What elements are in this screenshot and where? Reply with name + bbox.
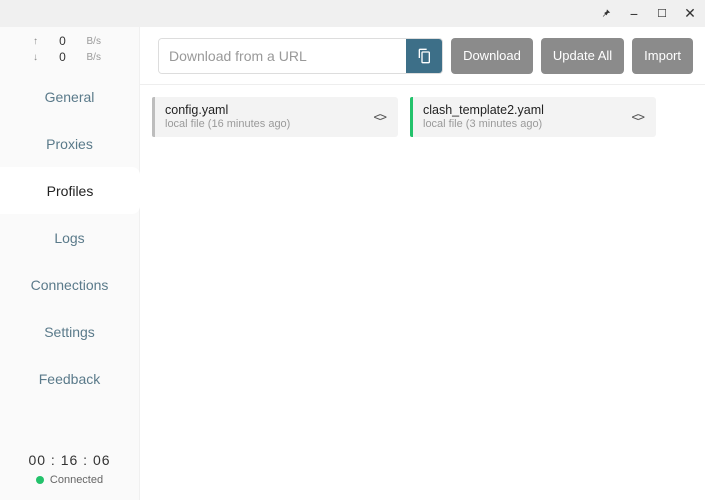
import-button[interactable]: Import (632, 38, 693, 74)
sidebar-footer: 00 : 16 : 06 Connected (0, 442, 139, 500)
uptime-timer: 00 : 16 : 06 (28, 452, 110, 468)
status-label: Connected (50, 474, 103, 486)
code-icon[interactable]: <> (370, 110, 390, 124)
upload-value: 0 (53, 34, 73, 48)
nav: General Proxies Profiles Logs Connection… (0, 73, 139, 442)
minimize-button[interactable]: − (625, 5, 643, 23)
code-icon[interactable]: <> (628, 110, 648, 124)
pin-icon[interactable] (597, 5, 615, 23)
download-value: 0 (53, 50, 73, 64)
profile-meta: local file (16 minutes ago) (165, 118, 370, 131)
download-arrow-icon: ↓ (33, 52, 39, 63)
profiles-list: config.yaml local file (16 minutes ago) … (140, 85, 705, 149)
traffic-panel: ↑ 0 B/s ↓ 0 B/s (0, 27, 139, 73)
nav-logs[interactable]: Logs (0, 214, 139, 261)
nav-settings[interactable]: Settings (0, 308, 139, 355)
download-unit: B/s (87, 52, 107, 63)
connection-status: Connected (36, 474, 103, 486)
sidebar: ↑ 0 B/s ↓ 0 B/s General Proxies Profiles… (0, 27, 140, 500)
toolbar: Download Update All Import (140, 27, 705, 85)
titlebar: − ☐ ✕ (0, 0, 705, 27)
update-all-button[interactable]: Update All (541, 38, 624, 74)
nav-profiles[interactable]: Profiles (0, 167, 140, 214)
profile-card[interactable]: config.yaml local file (16 minutes ago) … (152, 97, 398, 137)
profile-name: clash_template2.yaml (423, 103, 628, 118)
clipboard-icon (416, 48, 432, 64)
profile-name: config.yaml (165, 103, 370, 118)
status-dot-icon (36, 476, 44, 484)
profile-card[interactable]: clash_template2.yaml local file (3 minut… (410, 97, 656, 137)
upload-unit: B/s (87, 36, 107, 47)
upload-arrow-icon: ↑ (33, 36, 39, 47)
url-input-group (158, 38, 443, 74)
url-input[interactable] (159, 39, 406, 73)
paste-button[interactable] (406, 39, 442, 73)
nav-proxies[interactable]: Proxies (0, 120, 139, 167)
maximize-button[interactable]: ☐ (653, 5, 671, 23)
nav-general[interactable]: General (0, 73, 139, 120)
nav-feedback[interactable]: Feedback (0, 355, 139, 402)
content: Download Update All Import config.yaml l… (140, 27, 705, 500)
profile-meta: local file (3 minutes ago) (423, 118, 628, 131)
nav-connections[interactable]: Connections (0, 261, 139, 308)
download-button[interactable]: Download (451, 38, 533, 74)
close-button[interactable]: ✕ (681, 5, 699, 23)
